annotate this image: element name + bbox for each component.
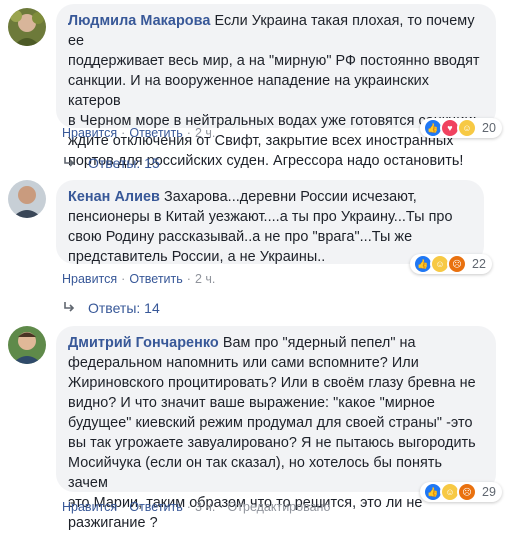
comment-text-line: видно? И что значит ваше выражение: "как… — [68, 395, 435, 411]
avatar[interactable] — [8, 180, 46, 218]
replies-label[interactable]: Ответы: 14 — [88, 300, 160, 316]
reaction-summary[interactable]: 👍 ♥ ☺ 20 — [419, 118, 502, 138]
comment-text-line: вы так угрожаете завуалировано? Я не пыт… — [68, 435, 476, 451]
comment-text-line: Захарова...деревни России исчезают, — [164, 189, 417, 205]
avatar[interactable] — [8, 8, 46, 46]
comment-time[interactable]: 2 ч. — [195, 272, 215, 286]
reaction-summary[interactable]: 👍 ☺ ☹ 29 — [419, 482, 502, 502]
reply-link[interactable]: Ответить — [129, 272, 182, 286]
comment-time[interactable]: 2 ч. — [195, 126, 215, 140]
angry-icon: ☹ — [446, 254, 467, 274]
avatar[interactable] — [8, 326, 46, 364]
comment-bubble: Дмитрий Гончаренко Вам про "ядерный пепе… — [56, 326, 502, 531]
comment-text-line: представитель России, а не Украины.. — [68, 249, 326, 265]
comment-text-line: будущее" киевский режим продумал для сво… — [68, 415, 473, 431]
comment-actions: Нравится · Ответить · 3 ч. · Отредактировано — [62, 500, 331, 514]
comment-text-line: Мосийчука (если он так сказал), но хотел… — [68, 455, 443, 491]
comment-bubble: Кенан Алиев Захарова...деревни России ис… — [56, 180, 492, 274]
like-link[interactable]: Нравится — [62, 500, 117, 514]
replies-link[interactable]: Ответы: 14 — [62, 300, 160, 316]
comment-actions: Нравится · Ответить · 2 ч. — [62, 272, 216, 286]
comment-author[interactable]: Кенан Алиев — [68, 189, 160, 205]
comment-text-line: пенсионеры в Китай уезжают....а ты про У… — [68, 209, 453, 225]
reaction-count: 29 — [481, 485, 496, 499]
like-link[interactable]: Нравится — [62, 272, 117, 286]
comment-author[interactable]: Людмила Макарова — [68, 13, 210, 29]
reaction-count: 22 — [471, 257, 486, 271]
comment-actions: Нравится · Ответить · 2 ч. — [62, 126, 216, 140]
comment-text-line: санкции. И на вооруженное нападение на у… — [68, 73, 430, 109]
reply-link[interactable]: Ответить — [129, 500, 182, 514]
like-link[interactable]: Нравится — [62, 126, 117, 140]
comment-time[interactable]: 3 ч. — [195, 500, 215, 514]
reply-link[interactable]: Ответить — [129, 126, 182, 140]
comment-text-line: поддерживает весь мир, а на "мирную" РФ … — [68, 53, 480, 69]
reply-arrow-icon — [64, 157, 75, 167]
replies-link[interactable]: Ответы: 15 — [62, 155, 160, 171]
comment-text-line: федеральном напомнить или сами вспомните… — [68, 355, 419, 371]
comment-text-line: Жириновского процитировать? Или в своём … — [68, 375, 476, 391]
edited-label[interactable]: Отредактировано — [228, 500, 331, 514]
reply-arrow-icon — [64, 302, 75, 312]
haha-icon: ☺ — [456, 118, 477, 138]
comment-text-line: Вам про "ядерный пепел" на — [222, 335, 416, 351]
angry-icon: ☹ — [456, 482, 477, 502]
reaction-count: 20 — [481, 121, 496, 135]
comment-text-line: разжигание ? — [68, 515, 158, 531]
comment-author[interactable]: Дмитрий Гончаренко — [68, 335, 219, 351]
comment-text-line: свою Родину рассказывай..а не про "врага… — [68, 229, 413, 245]
replies-label[interactable]: Ответы: 15 — [88, 155, 160, 171]
comment-bubble: Людмила Макарова Если Украина такая плох… — [56, 4, 502, 169]
reaction-summary[interactable]: 👍 ☺ ☹ 22 — [409, 254, 492, 274]
